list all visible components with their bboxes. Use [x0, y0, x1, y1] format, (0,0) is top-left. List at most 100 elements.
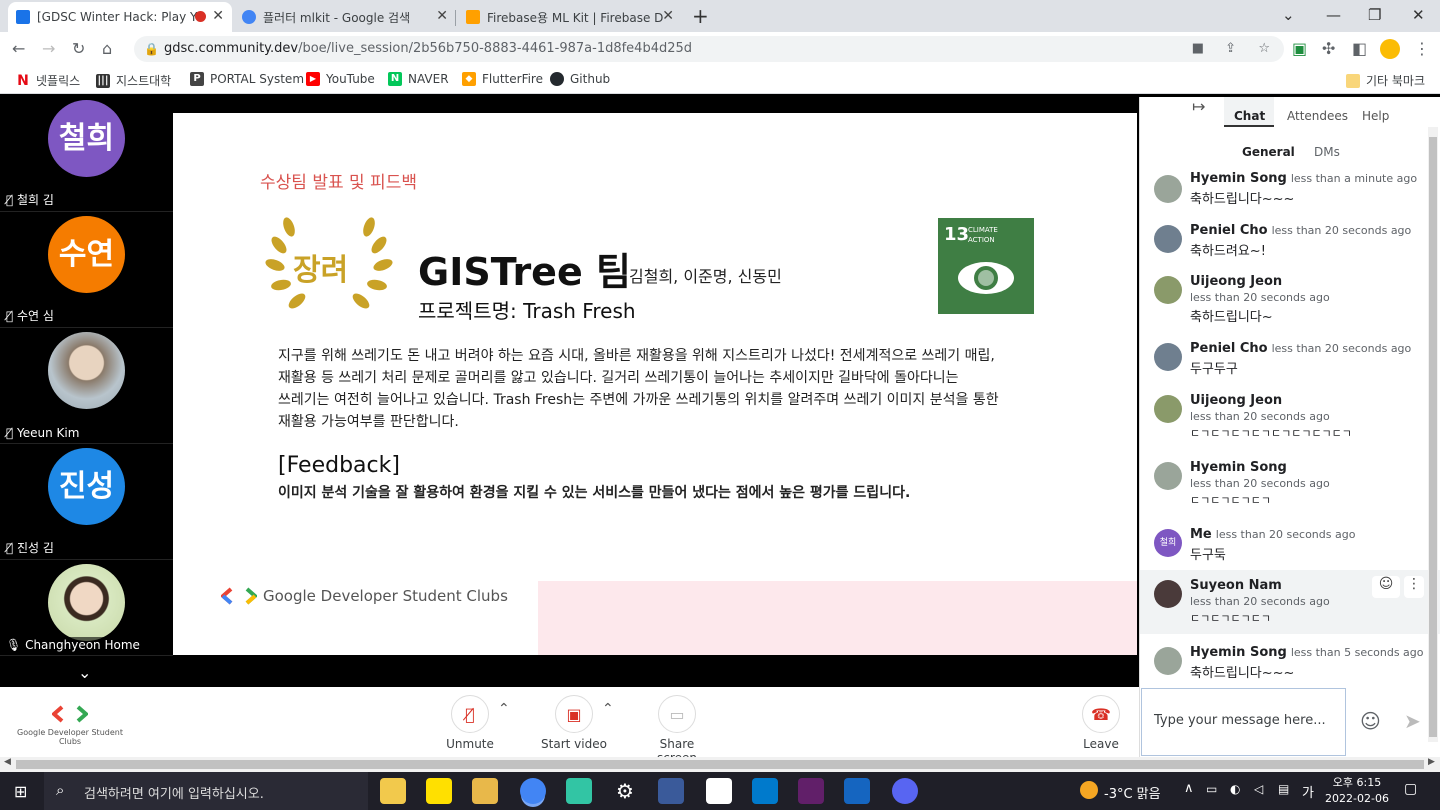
folder-icon — [1346, 73, 1360, 88]
horizontal-scrollbar[interactable]: ◀ ▶ — [0, 757, 1440, 772]
volume-icon[interactable]: ◁ — [1254, 782, 1263, 796]
screen: [GDSC Winter Hack: Play Yo ✕ 플러터 mlkit -… — [0, 0, 1440, 810]
extension-icon[interactable]: ▣ — [1292, 39, 1307, 58]
share-icon[interactable]: ⇪ — [1225, 36, 1236, 62]
add-reaction-icon[interactable]: ☺ — [1372, 576, 1400, 598]
taskbar-search[interactable]: ⌕ 검색하려면 여기에 입력하십시오. — [44, 772, 368, 810]
browser-tab[interactable]: 플러터 mlkit - Google 검색 ✕ — [234, 2, 456, 32]
forward-icon[interactable]: → — [42, 39, 55, 58]
chevron-up-icon[interactable]: ⌃ — [498, 701, 510, 717]
footer-brand: Google Developer Student Clubs — [263, 587, 508, 605]
collapse-panel-icon[interactable]: ↦ — [1192, 97, 1205, 116]
reload-icon[interactable]: ↻ — [72, 39, 85, 58]
browser-tab[interactable]: Firebase용 ML Kit | Firebase D ✕ — [458, 2, 682, 32]
chat-scrollbar[interactable] — [1428, 127, 1438, 742]
address-bar[interactable]: 🔒 gdsc.community.dev/boe/live_session/2b… — [134, 36, 1284, 62]
subtab-general[interactable]: General — [1242, 145, 1295, 159]
weather-text[interactable]: -3°C 맑음 — [1104, 783, 1161, 802]
bookmark-item[interactable]: ||| 지스트대학 — [96, 72, 171, 89]
battery-icon[interactable]: ▭ — [1206, 782, 1217, 796]
vscode-icon[interactable] — [752, 778, 778, 804]
tray-chevron-icon[interactable]: ∧ — [1184, 781, 1194, 796]
send-icon[interactable]: ➤ — [1404, 709, 1421, 733]
stage-bottom — [173, 655, 1137, 687]
close-window-icon[interactable]: ✕ — [1412, 6, 1425, 24]
participant-tile[interactable]: 🎙 Changhyeon Home — [0, 561, 173, 656]
maximize-icon[interactable]: ❐ — [1368, 6, 1381, 24]
tab-help[interactable]: Help — [1362, 109, 1389, 123]
scroll-right-icon[interactable]: ▶ — [1428, 757, 1435, 767]
tab-search-icon[interactable]: ⌄ — [1282, 6, 1295, 24]
home-icon[interactable]: ⌂ — [102, 39, 112, 58]
bookmark-item[interactable]: ◆ FlutterFire — [462, 72, 543, 86]
camera-icon[interactable]: ■ — [1192, 36, 1204, 62]
participant-tile[interactable]: 수연 🎙̸ 수연 심 — [0, 213, 173, 328]
input-placeholder: Type your message here... — [1154, 713, 1326, 728]
participant-tile[interactable]: 🎙̸ Yeeun Kim — [0, 329, 173, 444]
new-tab-button[interactable]: + — [692, 4, 709, 28]
app-icon[interactable] — [566, 778, 592, 804]
tab-attendees[interactable]: Attendees — [1287, 109, 1348, 123]
participant-tile[interactable]: 진성 🎙̸ 진성 김 — [0, 445, 173, 560]
emoji-icon[interactable]: ☺ — [1360, 709, 1381, 733]
windows-start-icon[interactable]: ⊞ — [14, 782, 27, 801]
notion-icon[interactable] — [706, 778, 732, 804]
bookmark-item[interactable]: N 넷플릭스 — [16, 72, 80, 89]
chrome-icon[interactable] — [520, 778, 546, 804]
file-explorer-icon[interactable] — [472, 778, 498, 804]
bookmark-star-icon[interactable]: ☆ — [1258, 36, 1270, 62]
chevron-up-icon[interactable]: ⌃ — [602, 701, 614, 717]
puzzle-icon[interactable]: ✣ — [1322, 39, 1335, 58]
sticky-notes-icon[interactable] — [380, 778, 406, 804]
message-input[interactable]: Type your message here... — [1141, 688, 1346, 756]
scrollbar-thumb[interactable] — [16, 760, 1424, 769]
youtube-icon: ▶ — [306, 72, 320, 86]
app-icon[interactable] — [658, 778, 684, 804]
share-screen-button[interactable]: ▭ Share screen — [640, 695, 714, 765]
network-icon[interactable]: ◐ — [1230, 782, 1240, 796]
app-icon[interactable] — [844, 778, 870, 804]
scrollbar-thumb[interactable] — [1429, 137, 1437, 737]
participant-tile[interactable]: 철희 🎙̸ 철희 김 — [0, 97, 173, 212]
start-video-button[interactable]: ▣ Start video — [540, 695, 608, 751]
subtab-dms[interactable]: DMs — [1314, 145, 1340, 159]
slack-icon[interactable] — [798, 778, 824, 804]
bookmark-item[interactable]: N NAVER — [388, 72, 449, 86]
unmute-button[interactable]: 🎙̸ Unmute — [440, 695, 500, 751]
profile-avatar[interactable] — [1380, 39, 1400, 59]
presentation-slide: 수상팀 발표 및 피드백 장려 GISTree 팀 김철희, 이준명, 신동민 … — [173, 113, 1137, 655]
bookmark-item[interactable]: ▶ YouTube — [306, 72, 375, 86]
keyboard-icon[interactable]: ▤ — [1278, 782, 1289, 796]
netflix-icon: N — [16, 72, 30, 89]
url-path: /boe/live_session/2b56b750-8883-4461-987… — [298, 41, 693, 56]
kakaotalk-icon[interactable] — [426, 778, 452, 804]
bookmark-item[interactable]: Github — [550, 72, 610, 86]
github-icon — [550, 72, 564, 86]
participants-panel: 철희 🎙̸ 철희 김 수연 🎙̸ 수연 심 🎙̸ Yeeun Kim 진성 🎙̸… — [0, 97, 173, 687]
scroll-down-chevron-icon[interactable]: ⌄ — [78, 663, 91, 682]
discord-icon[interactable] — [892, 778, 918, 804]
settings-gear-icon[interactable]: ⚙ — [612, 778, 638, 804]
scroll-left-icon[interactable]: ◀ — [4, 757, 11, 767]
notifications-icon[interactable]: ▢ — [1404, 781, 1417, 797]
avatar — [1154, 462, 1182, 490]
sender-name: Me less than 20 seconds ago — [1190, 527, 1356, 542]
other-bookmarks[interactable]: 기타 북마크 — [1346, 72, 1425, 89]
message-more-icon[interactable]: ⋮ — [1404, 576, 1424, 598]
close-tab-icon[interactable]: ✕ — [212, 8, 224, 24]
slide-top-bar — [173, 97, 1137, 113]
close-tab-icon[interactable]: ✕ — [662, 8, 674, 24]
leave-button[interactable]: ☎ Leave — [1076, 695, 1126, 751]
tab-chat[interactable]: Chat — [1224, 97, 1274, 127]
minimize-icon[interactable]: — — [1326, 6, 1341, 24]
side-panel-icon[interactable]: ◧ — [1352, 39, 1367, 58]
clock[interactable]: 오후 6:15 2022-02-06 — [1322, 775, 1392, 807]
back-icon[interactable]: ← — [12, 39, 25, 58]
bookmark-label: PORTAL System — [210, 72, 305, 86]
more-menu-icon[interactable]: ⋮ — [1414, 39, 1430, 58]
gdsc-logo-icon — [50, 705, 90, 723]
close-tab-icon[interactable]: ✕ — [436, 8, 448, 24]
browser-tab-active[interactable]: [GDSC Winter Hack: Play Yo ✕ — [8, 2, 232, 32]
bookmark-item[interactable]: P PORTAL System — [190, 72, 304, 86]
ime-indicator[interactable]: 가 — [1302, 782, 1314, 801]
